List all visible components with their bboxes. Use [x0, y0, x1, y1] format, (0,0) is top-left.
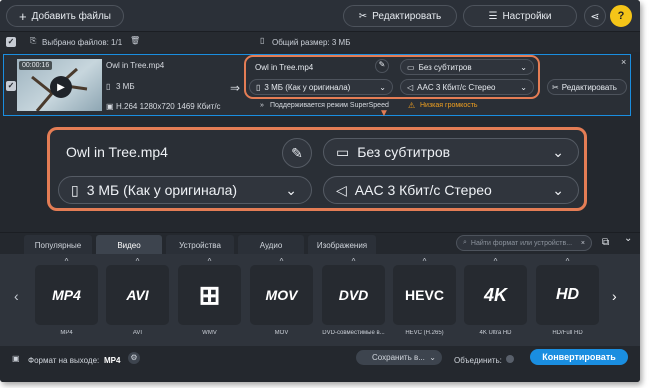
rename-pencil-icon[interactable]: ✎	[282, 138, 312, 168]
output-settings-gear-icon[interactable]: ⚙	[128, 352, 140, 364]
zoom-subtitles-select[interactable]: ▭ Без субтитров ⌄	[323, 138, 579, 166]
file-icon: ▯	[71, 181, 79, 198]
scissors-icon: ✂	[358, 10, 368, 22]
caret-up-icon: ^	[422, 257, 427, 266]
format-tabs: Популярные Видео Устройства Аудио Изобра…	[0, 232, 640, 255]
video-icon: ▣	[106, 102, 114, 111]
format-label: WMV	[202, 330, 217, 336]
format-label: DVD-совместимые в...	[322, 330, 385, 336]
join-toggle[interactable]	[506, 355, 514, 363]
settings-button[interactable]: ☰ Настройки	[463, 5, 577, 27]
app-window: + Добавить файлы ✂ Редактировать ☰ Настр…	[0, 0, 640, 382]
format-hevc[interactable]: ^ HEVC	[393, 257, 456, 325]
file-row[interactable]: ✓ 00:00:16 ▶ Owl in Tree.mp4 ▯ 3 МБ ▣ H.…	[3, 54, 631, 116]
caret-up-icon: ^	[135, 257, 140, 266]
settings-icon: ☰	[488, 10, 498, 22]
scroll-right-icon[interactable]: ›	[612, 288, 617, 304]
output-format-label: Формат на выходе:	[28, 356, 100, 365]
tab-video[interactable]: Видео	[96, 235, 162, 255]
zoom-audio-select[interactable]: ◁ AAC 3 Кбит/с Стерео ⌄	[323, 176, 579, 204]
row-edit-button[interactable]: ✂ Редактировать	[547, 79, 627, 95]
format-panel: ‹ ^ MP4 ^ AVI ^ ⊞ ^ MOV ^ DVD ^ HEVC ^ 4K ^ HD ›…	[0, 254, 640, 346]
warning-text: Низкая громкость	[420, 102, 478, 109]
format-wmv[interactable]: ^ ⊞	[178, 257, 241, 325]
convert-button[interactable]: Конвертировать	[530, 349, 628, 365]
edit-button[interactable]: ✂ Редактировать	[343, 5, 457, 27]
format-hd[interactable]: ^ HD	[536, 257, 599, 325]
toolbar: + Добавить файлы ✂ Редактировать ☰ Настр…	[0, 0, 640, 32]
format-mov[interactable]: ^ MOV	[250, 257, 313, 325]
format-4k[interactable]: ^ 4K	[464, 257, 527, 325]
save-to-button[interactable]: Сохранить в... ⌄	[356, 350, 442, 365]
help-button[interactable]: ?	[610, 5, 632, 27]
file-name: Owl in Tree.mp4	[106, 61, 165, 70]
join-label: Объединить:	[454, 356, 502, 365]
trash-icon[interactable]: 🗑	[130, 36, 140, 45]
selection-bar: ✓ ⎘ Выбрано файлов: 1/1 🗑 ▯ Общий размер…	[0, 32, 640, 52]
file-size: 3 МБ	[116, 82, 135, 91]
device-detect-icon[interactable]: ⧉	[602, 237, 609, 248]
collapse-chevron-icon[interactable]: ⌄	[624, 233, 632, 244]
scissors-icon: ✂	[552, 82, 559, 92]
video-thumbnail[interactable]: 00:00:16 ▶	[17, 59, 102, 111]
close-icon[interactable]: ×	[621, 57, 626, 67]
format-label: MOV	[274, 330, 289, 336]
tab-images[interactable]: Изображения	[308, 235, 376, 255]
format-search-input[interactable]: ⌕ Найти формат или устройств... ×	[456, 235, 592, 251]
caret-up-icon: ^	[493, 257, 498, 266]
output-format-value: MP4	[104, 356, 121, 365]
zoom-output-name[interactable]: Owl in Tree.mp4	[54, 138, 318, 166]
format-dvd[interactable]: ^ DVD	[322, 257, 385, 325]
highlight-frame	[244, 55, 540, 99]
output-format-icon: ▣	[12, 354, 20, 363]
format-label: 4K Ultra HD	[479, 330, 512, 336]
plus-icon: +	[19, 8, 27, 24]
caret-up-icon: ^	[351, 257, 356, 266]
superspeed-text: Поддерживается режим SuperSpeed	[270, 102, 389, 109]
tab-devices[interactable]: Устройства	[166, 235, 234, 255]
tab-audio[interactable]: Аудио	[238, 235, 304, 255]
size-icon: ▯	[260, 36, 265, 45]
chevron-down-icon: ⌄	[552, 143, 564, 160]
zoom-size-select[interactable]: ▯ 3 МБ (Как у оригинала) ⌄	[58, 176, 312, 204]
speaker-icon: ◁	[336, 181, 347, 198]
size-icon: ▯	[106, 82, 111, 91]
superspeed-icon: »	[260, 102, 264, 109]
clip-icon: ⎘	[30, 36, 37, 45]
add-files-button[interactable]: + Добавить файлы	[6, 5, 124, 27]
clear-icon[interactable]: ×	[581, 240, 585, 247]
share-icon[interactable]: ⋖	[584, 5, 606, 27]
pointer-arrow-icon: ▼	[379, 108, 389, 119]
total-size: Общий размер: 3 МБ	[272, 38, 351, 47]
file-checkbox[interactable]: ✓	[6, 81, 16, 91]
play-icon: ▶	[57, 81, 65, 93]
caret-up-icon: ^	[64, 257, 69, 266]
windows-logo-icon: ⊞	[198, 279, 221, 310]
duration-badge: 00:00:16	[19, 61, 53, 70]
chevron-down-icon: ⌄	[285, 181, 297, 198]
file-info: H.264 1280x720 1469 Кбит/с	[116, 102, 221, 111]
format-avi[interactable]: ^ AVI	[106, 257, 169, 325]
zoomed-settings-panel: Owl in Tree.mp4 ✎ ▭ Без субтитров ⌄ ▯ 3 …	[47, 127, 587, 211]
format-label: HD/Full HD	[552, 330, 583, 336]
search-icon: ⌕	[463, 239, 467, 246]
play-button[interactable]: ▶	[50, 76, 72, 98]
format-mp4[interactable]: ^ MP4	[35, 257, 98, 325]
caret-up-icon: ^	[279, 257, 284, 266]
format-label: MP4	[60, 330, 73, 336]
format-label: HEVC (H.265)	[405, 330, 444, 336]
selected-count: Выбрано файлов: 1/1	[42, 38, 123, 47]
chevron-down-icon: ⌄	[552, 181, 564, 198]
chevron-down-icon: ⌄	[429, 353, 436, 362]
scroll-left-icon[interactable]: ‹	[14, 288, 19, 304]
arrow-right-icon: ⇒	[230, 81, 241, 95]
caret-up-icon: ^	[565, 257, 570, 266]
footer-bar: ▣ Формат на выходе: MP4 ⚙ Сохранить в...…	[0, 346, 640, 382]
tab-popular[interactable]: Популярные	[24, 235, 92, 255]
warning-icon: ⚠	[408, 101, 416, 110]
format-label: AVI	[132, 330, 143, 336]
select-all-checkbox[interactable]: ✓	[6, 37, 16, 47]
speech-bubble-icon: ▭	[336, 143, 350, 160]
caret-up-icon: ^	[207, 257, 212, 266]
